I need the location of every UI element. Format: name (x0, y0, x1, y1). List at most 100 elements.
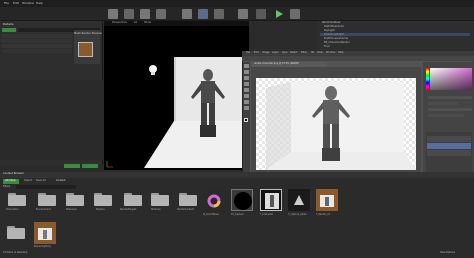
axis-gizmo-icon (106, 161, 113, 168)
build-icon[interactable] (238, 9, 248, 19)
light-bulb-icon[interactable] (148, 64, 158, 76)
ps-menu-layer[interactable]: Layer (272, 51, 279, 54)
main-toolbar (0, 7, 474, 21)
ps-color-picker-shade (430, 68, 472, 90)
ps-toolbar (243, 62, 250, 182)
menu-file[interactable]: File (4, 2, 9, 5)
folder-label: Characters (6, 208, 19, 211)
ps-menu-view[interactable]: View (317, 51, 323, 54)
asset-label: RenderLighting (34, 245, 51, 248)
asset-texture-render[interactable] (316, 189, 338, 211)
ps-tool-lasso-icon[interactable] (244, 76, 249, 80)
ps-character (312, 86, 350, 161)
ps-layer-row[interactable] (427, 150, 471, 156)
ps-foreground-color[interactable] (244, 118, 248, 122)
ps-menu-help[interactable]: Help (338, 51, 343, 54)
cb-status: 12 items (1 selected) (3, 251, 28, 254)
add-component-button[interactable] (2, 28, 16, 32)
ps-menu-type[interactable]: Type (282, 51, 288, 54)
row-static-mesh[interactable] (2, 44, 72, 48)
menu-window[interactable]: Window (22, 2, 34, 5)
ps-tool-marquee-icon[interactable] (244, 70, 249, 74)
cb-header (0, 172, 474, 178)
folder-icon[interactable] (179, 193, 197, 206)
ps-tool-eraser-icon[interactable] (244, 94, 249, 98)
folder-icon[interactable] (151, 193, 169, 206)
row-actor[interactable] (2, 34, 72, 38)
ps-menu-3d[interactable]: 3D (311, 51, 314, 54)
menu-edit[interactable]: Edit (13, 2, 19, 5)
row-materials[interactable] (2, 49, 72, 53)
cb-view-options[interactable]: View Options (440, 251, 455, 254)
asset-texture-character[interactable] (260, 189, 282, 211)
folder-icon[interactable] (124, 193, 142, 206)
scene-backdrop (144, 57, 244, 168)
cb-import-button[interactable]: Import (24, 179, 32, 182)
folder-label: StarterContent (177, 208, 195, 211)
source-control-icon[interactable] (124, 9, 134, 19)
ps-tool-brush-icon[interactable] (244, 88, 249, 92)
ps-menu-edit[interactable]: Edit (254, 51, 259, 54)
ps-tool-crop-icon[interactable] (244, 82, 249, 86)
ps-layer-row[interactable] (427, 143, 471, 149)
folder-label: Materials (66, 208, 77, 211)
ps-properties-row (428, 108, 472, 111)
details-preview-label: Mesh Render Preview (74, 32, 102, 35)
ps-properties-row (428, 114, 464, 117)
ps-hue-bar[interactable] (426, 68, 429, 90)
folder-icon[interactable] (66, 193, 84, 206)
menu-bar (0, 0, 474, 7)
ps-menu-window[interactable]: Window (326, 51, 335, 54)
settings-icon[interactable] (182, 9, 192, 19)
folder-icon[interactable] (8, 193, 26, 206)
cinematics-icon[interactable] (214, 9, 224, 19)
ps-menu-filter[interactable]: Filter (301, 51, 307, 54)
details-preview-thumb[interactable] (78, 42, 93, 57)
ps-layer-row[interactable] (427, 136, 471, 142)
outliner-selection (320, 33, 470, 36)
cb-save-all-button[interactable]: Save All (36, 179, 46, 182)
alpha-thumb-icon (294, 195, 304, 205)
ps-tool-zoom-icon[interactable] (244, 106, 249, 110)
blueprints-icon[interactable] (198, 9, 208, 19)
content-icon[interactable] (140, 9, 150, 19)
ps-properties-row (428, 96, 472, 99)
left-panel-title: Details (3, 22, 14, 26)
cb-filters-button[interactable]: Filters (3, 185, 10, 188)
ps-tool-text-icon[interactable] (244, 100, 249, 104)
asset-folder-large[interactable] (5, 222, 27, 244)
folder-label: Meshes (96, 208, 105, 211)
outliner-item[interactable]: Floor (324, 45, 330, 49)
ps-tool-move-icon[interactable] (244, 64, 249, 68)
folder-label: RenderTargets (120, 208, 137, 211)
lighting-thumb-icon (38, 228, 52, 240)
ps-menu-select[interactable]: Select (290, 51, 297, 54)
marketplace-icon[interactable] (156, 9, 166, 19)
folder-icon (7, 226, 25, 239)
ps-menu-image[interactable]: Image (262, 51, 270, 54)
play-triangle-icon (276, 10, 283, 18)
cb-path[interactable]: Content (56, 179, 66, 182)
asset-texture-alpha[interactable] (288, 189, 310, 211)
menu-help[interactable]: Help (36, 2, 43, 5)
play-icon[interactable] (274, 9, 284, 19)
launch-icon[interactable] (290, 9, 300, 19)
viewport-character[interactable] (189, 69, 227, 141)
pause-icon[interactable] (256, 9, 266, 19)
save-icon[interactable] (108, 9, 118, 19)
row-transform[interactable] (2, 39, 72, 43)
cancel-button[interactable] (82, 164, 98, 168)
asset-render-lighting[interactable] (34, 222, 56, 244)
folder-icon[interactable] (94, 193, 112, 206)
ps-options-bar (242, 56, 474, 61)
asset-label: T_Character (260, 213, 274, 216)
folder-icon[interactable] (38, 193, 56, 206)
asset-color-wheel[interactable] (203, 190, 225, 212)
ps-menu-file[interactable]: File (246, 51, 250, 54)
apply-button[interactable] (64, 164, 80, 168)
ps-properties-block (428, 96, 472, 126)
left-panel-lower (0, 80, 103, 160)
asset-render-target[interactable] (231, 189, 253, 211)
cb-search-input[interactable] (16, 185, 76, 189)
ps-properties-row (428, 102, 458, 105)
